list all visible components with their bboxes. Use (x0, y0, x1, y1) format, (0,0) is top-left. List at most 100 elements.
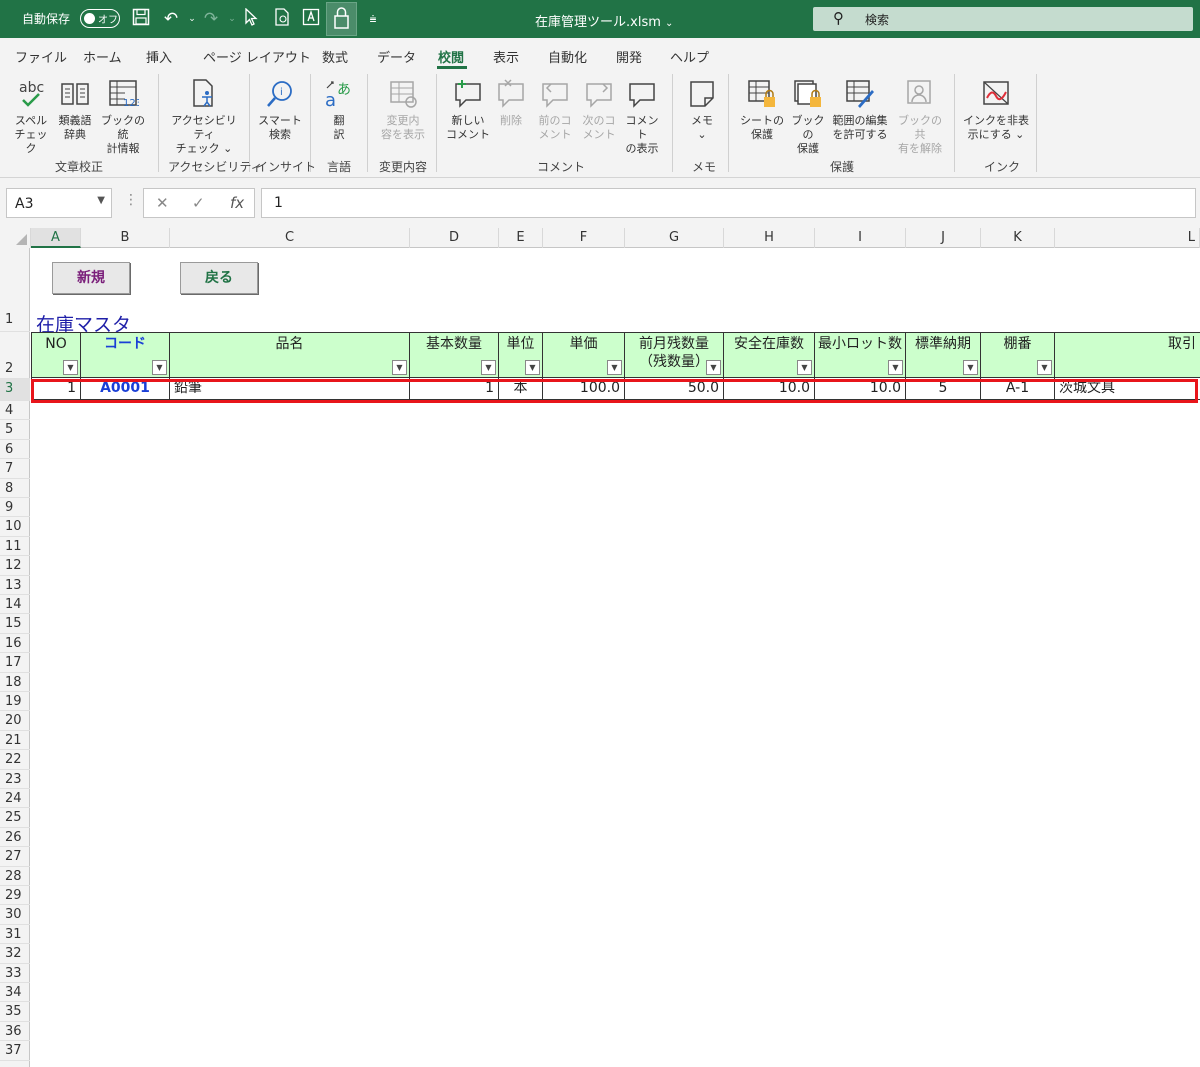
column-header-a[interactable]: A (31, 228, 81, 248)
row-header[interactable]: 37 (0, 1041, 30, 1061)
show-changes-button[interactable]: 変更内 容を表示 (377, 78, 429, 142)
row-header[interactable]: 18 (0, 673, 30, 692)
back-button[interactable]: 戻る (180, 262, 258, 294)
protect-workbook-button[interactable]: ブックの 保護 (788, 78, 828, 156)
tab-review[interactable]: 校閲 (438, 47, 464, 66)
lock-icon[interactable] (326, 2, 357, 36)
show-comments-button[interactable]: コメント の表示 (622, 78, 662, 156)
redo-icon[interactable]: ↷ (200, 8, 222, 30)
cell-minimum-lot[interactable]: 10.0 (815, 378, 906, 400)
row-header[interactable]: 7 (0, 459, 30, 479)
new-button[interactable]: 新規 (52, 262, 130, 294)
row-header[interactable]: 14 (0, 595, 30, 615)
cell-no[interactable]: 1 (31, 378, 81, 400)
row-header[interactable]: 35 (0, 1002, 30, 1022)
row-header[interactable]: 20 (0, 711, 30, 731)
row-header[interactable]: 11 (0, 537, 30, 557)
insert-function-icon[interactable]: fx (230, 194, 244, 212)
delete-comment-button[interactable]: 削除 (494, 78, 528, 128)
filter-dropdown-icon[interactable]: ▼ (392, 360, 407, 375)
pointer-icon[interactable] (240, 7, 262, 30)
tab-page-layout[interactable]: ページ レイアウト (203, 47, 311, 66)
filter-dropdown-icon[interactable]: ▼ (963, 360, 978, 375)
column-header-j[interactable]: J (906, 228, 981, 248)
tab-data[interactable]: データ (377, 47, 416, 66)
row-header[interactable]: 33 (0, 964, 30, 983)
row-header-1[interactable]: 1 (0, 248, 30, 332)
tab-home[interactable]: ホーム (83, 47, 122, 66)
unshare-workbook-button[interactable]: ブックの共 有を解除 (894, 78, 946, 156)
row-header[interactable]: 24 (0, 789, 30, 809)
row-header[interactable]: 25 (0, 808, 30, 828)
next-comment-button[interactable]: 次のコ メント (580, 78, 618, 142)
filter-dropdown-icon[interactable]: ▼ (152, 360, 167, 375)
tab-file[interactable]: ファイル (15, 47, 67, 66)
column-header-c[interactable]: C (170, 228, 410, 248)
new-comment-button[interactable]: 新しい コメント (446, 78, 490, 142)
name-box[interactable]: A3 ▼ (6, 188, 112, 218)
filter-dropdown-icon[interactable]: ▼ (525, 360, 540, 375)
cell-item-name[interactable]: 鉛筆 (170, 378, 410, 400)
row-header[interactable]: 28 (0, 867, 30, 886)
autosave-toggle[interactable]: オフ (80, 9, 120, 28)
row-header[interactable]: 27 (0, 847, 30, 867)
row-header[interactable]: 17 (0, 653, 30, 673)
tab-developer[interactable]: 開発 (616, 47, 642, 66)
notes-button[interactable]: メモ ⌄ (684, 78, 720, 142)
filter-dropdown-icon[interactable]: ▼ (481, 360, 496, 375)
search-box[interactable]: ⚲ 検索 (813, 7, 1193, 31)
row-header[interactable]: 31 (0, 925, 30, 945)
workbook-statistics-button[interactable]: 123 ブックの統 計情報 (97, 78, 149, 156)
translate-button[interactable]: aあ 翻訳 (322, 78, 356, 142)
row-header[interactable]: 8 (0, 479, 30, 498)
cell-previous-balance[interactable]: 50.0 (625, 378, 724, 400)
column-header-g[interactable]: G (625, 228, 724, 248)
save-icon[interactable] (130, 8, 152, 30)
filter-dropdown-icon[interactable]: ▼ (607, 360, 622, 375)
filter-dropdown-icon[interactable]: ▼ (706, 360, 721, 375)
row-header[interactable]: 12 (0, 556, 30, 576)
undo-icon[interactable]: ↶ (160, 8, 182, 30)
row-header[interactable]: 32 (0, 944, 30, 964)
thesaurus-button[interactable]: 類義語 辞典 (55, 78, 95, 142)
filter-dropdown-icon[interactable]: ▼ (63, 360, 78, 375)
column-header-f[interactable]: F (543, 228, 625, 248)
filter-dropdown-icon[interactable]: ▼ (797, 360, 812, 375)
tab-insert[interactable]: 挿入 (146, 47, 172, 66)
previous-comment-button[interactable]: 前のコ メント (536, 78, 574, 142)
column-header-i[interactable]: I (815, 228, 906, 248)
row-header[interactable]: 29 (0, 886, 30, 906)
enter-icon[interactable]: ✓ (192, 194, 205, 212)
column-header-k[interactable]: K (981, 228, 1055, 248)
column-header-d[interactable]: D (410, 228, 499, 248)
tab-automate[interactable]: 自動化 (548, 47, 587, 66)
cell-unit-price[interactable]: 100.0 (543, 378, 625, 400)
column-header-e[interactable]: E (499, 228, 543, 248)
row-header[interactable]: 23 (0, 770, 30, 789)
row-header[interactable]: 21 (0, 731, 30, 751)
row-header[interactable]: 22 (0, 750, 30, 770)
row-header[interactable]: 9 (0, 498, 30, 518)
row-header[interactable]: 26 (0, 828, 30, 848)
cell-unit[interactable]: 本 (499, 378, 543, 400)
row-header[interactable]: 19 (0, 692, 30, 712)
row-header[interactable]: 4 (0, 401, 30, 421)
row-header[interactable]: 5 (0, 420, 30, 440)
formula-input[interactable]: 1 (261, 188, 1196, 218)
row-header[interactable]: 15 (0, 614, 30, 634)
tab-view[interactable]: 表示 (493, 47, 519, 66)
row-header[interactable]: 34 (0, 983, 30, 1003)
chevron-down-icon[interactable]: ▼ (97, 195, 105, 206)
hide-ink-button[interactable]: インクを非表 示にする ⌄ (962, 78, 1030, 142)
cancel-icon[interactable]: ✕ (156, 194, 169, 212)
filter-dropdown-icon[interactable]: ▼ (888, 360, 903, 375)
textbox-icon[interactable] (300, 8, 322, 30)
tab-formulas[interactable]: 数式 (322, 47, 348, 66)
spelling-button[interactable]: abc スペル チェック (12, 78, 50, 156)
row-header[interactable]: 30 (0, 905, 30, 925)
protect-sheet-button[interactable]: シートの 保護 (738, 78, 786, 142)
cell-base-quantity[interactable]: 1 (410, 378, 499, 400)
row-header-3[interactable]: 3 (0, 379, 30, 401)
allow-edit-ranges-button[interactable]: 範囲の編集 を許可する (830, 78, 890, 142)
row-header[interactable]: 16 (0, 634, 30, 654)
